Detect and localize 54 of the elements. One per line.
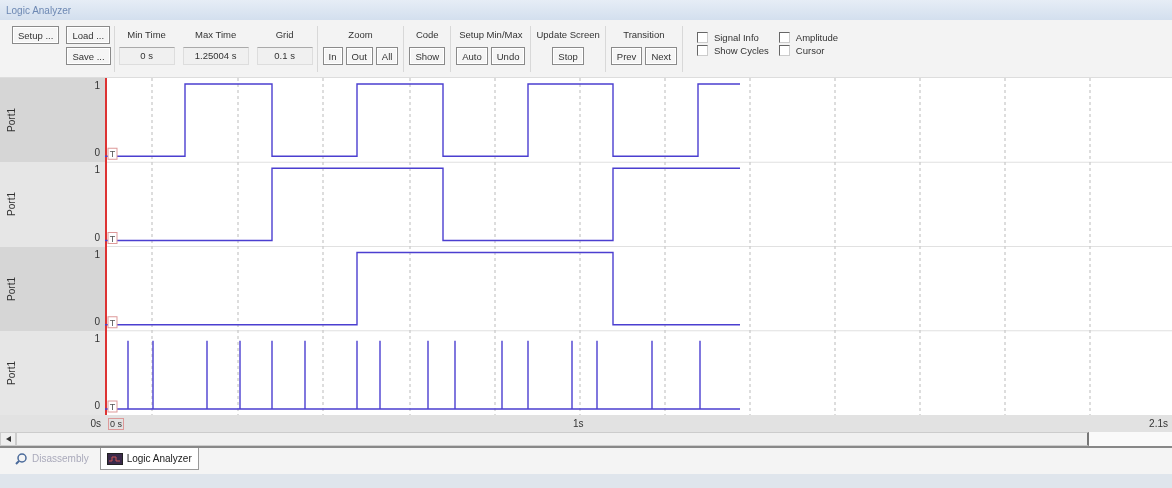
low-level-label: 0 <box>94 231 100 243</box>
signal-name: Port1 <box>6 276 17 301</box>
checkbox-option[interactable]: Signal Info <box>696 32 769 43</box>
toolbar-button[interactable]: All <box>375 47 399 65</box>
group-label: Setup Min/Max <box>459 28 523 42</box>
value-field: 0.1 s <box>256 47 313 65</box>
checkbox-option[interactable]: Amplitude <box>778 32 839 43</box>
value-field: 0 s <box>118 47 175 65</box>
field-label: Grid <box>275 28 294 42</box>
analyzer-icon <box>106 452 123 465</box>
toolbar-button[interactable]: Auto <box>456 47 488 65</box>
checkbox-option[interactable]: Show Cycles <box>696 45 769 56</box>
scroll-left-button[interactable] <box>0 432 16 446</box>
low-level-label: 0 <box>94 400 100 411</box>
toolbar-button[interactable]: Show <box>409 47 446 65</box>
checkbox-option[interactable]: Cursor <box>778 45 839 56</box>
scrollbar-thumb[interactable] <box>16 432 1089 446</box>
toolbar-button[interactable]: Next <box>645 47 677 65</box>
panel-tab[interactable]: Logic Analyzer <box>99 448 199 470</box>
toolbar-button[interactable]: Undo <box>490 47 526 65</box>
arrow-left-icon <box>5 436 11 442</box>
load-button[interactable]: Load ... <box>66 26 111 44</box>
group-label: Transition <box>623 28 665 42</box>
low-level-label: 0 <box>94 315 100 327</box>
save-button[interactable]: Save ... <box>66 47 111 65</box>
value-field: 1.25004 s <box>182 47 249 65</box>
axis-label: 2.1s <box>1148 418 1169 429</box>
field-label: Max Time <box>195 28 237 42</box>
signal-name: Port1 <box>6 108 17 133</box>
magnifier-icon <box>15 452 28 465</box>
axis-label: 1s <box>573 418 584 429</box>
signal-name: Port1 <box>6 360 17 385</box>
high-level-label: 1 <box>94 80 100 91</box>
high-level-label: 1 <box>94 332 100 344</box>
toolbar-button[interactable]: Out <box>345 47 373 65</box>
trigger-marker: T <box>107 400 118 413</box>
setup-button[interactable]: Setup ... <box>12 26 60 44</box>
group-label: Update Screen <box>536 28 600 42</box>
toolbar-button[interactable]: Prev <box>610 47 643 65</box>
trigger-marker: T <box>107 232 118 244</box>
field-label: Min Time <box>127 28 166 42</box>
high-level-label: 1 <box>94 248 100 260</box>
cursor-time-label: 0 s <box>108 417 124 430</box>
toolbar-button[interactable]: Stop <box>552 47 584 65</box>
low-level-label: 0 <box>94 147 100 159</box>
toolbar-button[interactable]: In <box>322 47 343 65</box>
signal-name: Port1 <box>6 192 17 217</box>
trigger-marker: T <box>107 316 118 329</box>
window-title: Logic Analyzer <box>6 4 72 16</box>
trigger-marker: T <box>107 147 118 160</box>
group-label: Zoom <box>348 28 373 42</box>
group-label: Code <box>415 28 439 42</box>
high-level-label: 1 <box>94 164 100 176</box>
axis-label: 0s <box>89 418 102 429</box>
